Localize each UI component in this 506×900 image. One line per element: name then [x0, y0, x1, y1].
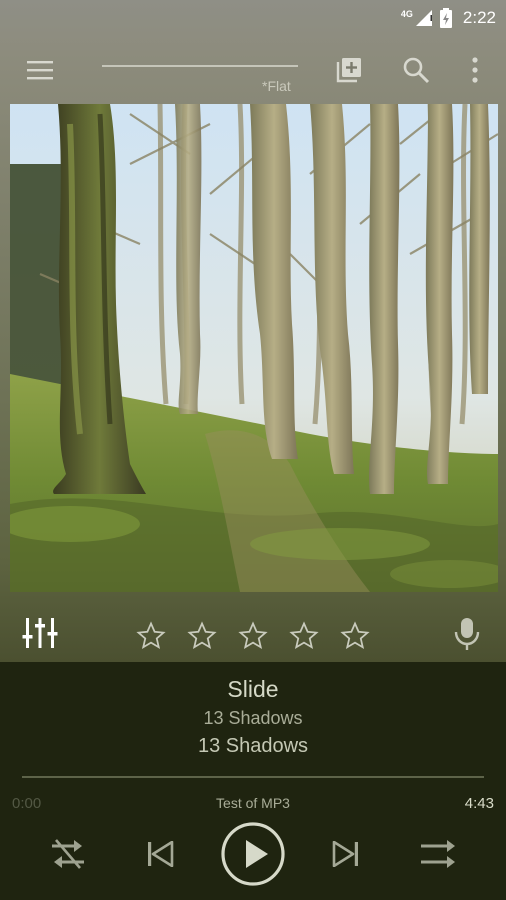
clock: 2:22	[462, 8, 496, 27]
track-album[interactable]: 13 Shadows	[0, 735, 506, 758]
repeat-button[interactable]	[418, 834, 458, 874]
star-3-icon[interactable]	[238, 621, 268, 651]
track-artist[interactable]: 13 Shadows	[0, 708, 506, 729]
toolbar	[0, 38, 506, 98]
play-button[interactable]	[219, 820, 287, 888]
repeat-off-icon	[421, 840, 455, 868]
file-info-label: Test of MP3	[216, 795, 290, 811]
track-title: Slide	[227, 676, 279, 702]
seek-bar[interactable]	[22, 776, 484, 778]
total-time: 4:43	[464, 795, 494, 812]
battery-icon	[439, 8, 452, 28]
add-to-playlist-icon	[336, 58, 361, 83]
now-playing-panel: Slide 13 Shadows 13 Shadows 0:00 Test of…	[0, 662, 506, 900]
preset-divider	[102, 65, 298, 67]
voice-search-button[interactable]	[452, 617, 482, 651]
previous-button[interactable]	[142, 836, 178, 872]
eq-preset-label[interactable]: *Flat	[262, 78, 291, 94]
equalizer-icon	[22, 618, 58, 648]
microphone-icon	[454, 618, 480, 650]
search-button[interactable]	[398, 52, 434, 88]
status-bar: 4G 2:22	[0, 0, 506, 36]
album-art-image	[10, 104, 498, 592]
album-art[interactable]	[10, 104, 498, 592]
network-type-label: 4G	[400, 9, 413, 19]
menu-icon	[27, 61, 53, 80]
skip-previous-icon	[148, 841, 174, 867]
star-1-icon[interactable]	[136, 621, 166, 651]
menu-button[interactable]	[22, 52, 58, 88]
more-vert-icon	[472, 57, 478, 83]
skip-next-icon	[332, 841, 358, 867]
play-icon	[221, 822, 285, 886]
search-icon	[403, 57, 430, 84]
rating-bar	[0, 605, 506, 663]
next-button[interactable]	[328, 836, 364, 872]
star-4-icon[interactable]	[289, 621, 319, 651]
shuffle-button[interactable]	[48, 834, 88, 874]
signal-icon	[415, 10, 432, 26]
add-to-playlist-button[interactable]	[331, 52, 367, 88]
star-5-icon[interactable]	[340, 621, 370, 651]
equalizer-button[interactable]	[22, 615, 58, 651]
more-options-button[interactable]	[457, 52, 493, 88]
status-icons: 4G 2:22	[401, 6, 496, 30]
shuffle-off-icon	[52, 839, 84, 869]
star-rating	[136, 621, 370, 651]
star-2-icon[interactable]	[187, 621, 217, 651]
